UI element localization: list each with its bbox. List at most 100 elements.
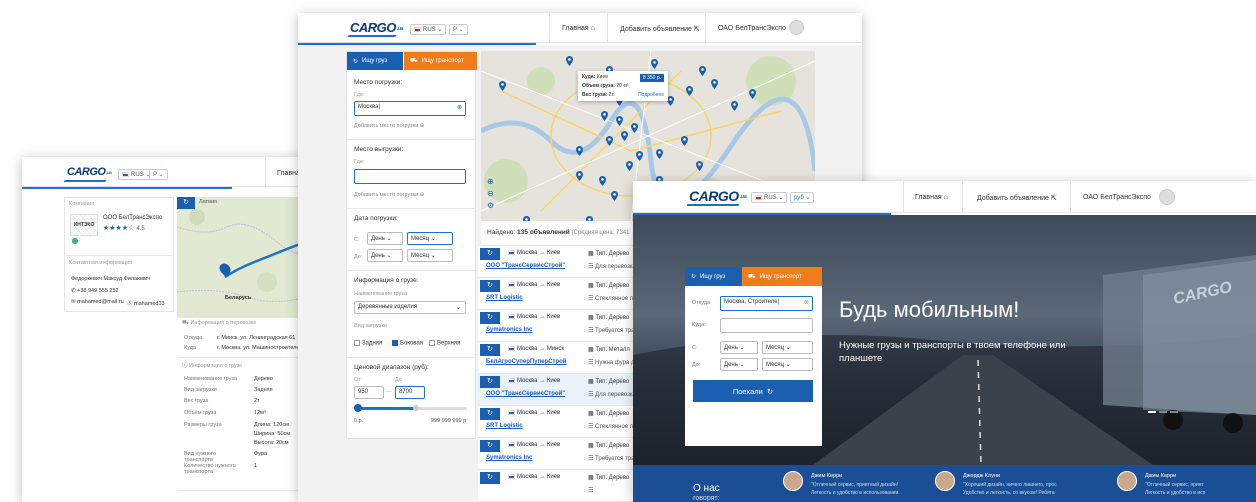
settings-icon[interactable]: ⚙ (487, 200, 494, 212)
right-nav-company[interactable]: ОАО БелТрансЭкспо (1083, 194, 1151, 201)
map-popup[interactable]: Куда: Киев Объем груза: 20 м³ Вес груза:… (578, 71, 668, 101)
hero-date-from-day[interactable]: День ⌄ (720, 341, 758, 354)
price-slider-handle-max[interactable] (413, 405, 419, 411)
right-lang-select[interactable]: RUS ⌄ (751, 192, 788, 203)
listing-company[interactable]: БелАгроСуперПуперСтрой (486, 359, 566, 365)
price-slider-handle-min[interactable] (354, 404, 362, 412)
map-pin-icon[interactable] (696, 161, 703, 171)
unload-place-title: Место выгрузки: (354, 146, 404, 153)
map-pin-icon[interactable] (749, 89, 756, 99)
checkbox[interactable] (354, 340, 360, 346)
testimonial-text: "Хороший дизайн, ничего лишнего, прос (963, 482, 1057, 488)
date-to-month[interactable]: Месяц ⌄ (407, 249, 453, 262)
right-window: CARGO.ua RUS ⌄ руб ⌄ Главная ⌂ Добавить … (633, 181, 1256, 502)
go-button[interactable]: Поехали ↻ (693, 380, 813, 402)
zoom-in-icon[interactable]: ⊕ (487, 176, 494, 188)
map-pin-icon[interactable] (681, 136, 688, 146)
map-pin-icon[interactable] (667, 96, 674, 106)
hero-from-input[interactable]: Москва, Строителе| ⊗ (720, 296, 813, 311)
map-cargo-icon[interactable]: ↻ (177, 197, 195, 209)
hero-to-input[interactable] (720, 318, 813, 333)
hero-date-to-month[interactable]: Месяц ⌄ (762, 358, 813, 371)
map-pin-icon[interactable] (686, 86, 693, 96)
checkbox[interactable] (429, 340, 435, 346)
add-unload-place-link[interactable]: Добавить место погрузки ⊕ (354, 192, 424, 198)
map-pin-icon[interactable] (731, 101, 738, 111)
hero-date-from-month[interactable]: Месяц ⌄ (762, 341, 813, 354)
right-nav-add[interactable]: Добавить объявление ⇱ (977, 194, 1057, 202)
date-from-day[interactable]: День ⌄ (367, 232, 403, 245)
map-pin-icon[interactable] (601, 111, 608, 121)
middle-nav-company[interactable]: ОАО БелТрансЭкспо (718, 25, 786, 32)
contact-skype[interactable]: Ⓢ mahamed13 (127, 299, 165, 307)
tab-find-transport[interactable]: ⛟ Ищу транспорт (404, 52, 477, 70)
map-pin-icon[interactable] (566, 56, 573, 66)
middle-nav-home[interactable]: Главная ⌂ (562, 25, 595, 32)
map-pin-icon[interactable] (699, 66, 706, 76)
loading-option[interactable]: Задняя (354, 340, 382, 347)
map-pin-icon[interactable] (631, 123, 638, 133)
cargo-info-value: Задняя (254, 387, 273, 393)
map-pin-icon[interactable] (616, 116, 623, 126)
map-pin-icon[interactable] (599, 176, 606, 186)
popup-more-link[interactable]: Подробнее (638, 92, 664, 98)
listing-company[interactable]: SRT Logistic (486, 423, 523, 429)
price-slider[interactable] (354, 404, 467, 412)
listing-company[interactable]: Symatronics Inc (486, 327, 532, 333)
right-logo[interactable]: CARGO.ua (689, 188, 747, 204)
route-map[interactable]: Латвия Беларусь ↻ (177, 197, 312, 317)
tab-find-cargo[interactable]: ↻ Ищу груз (347, 52, 403, 70)
clear-icon[interactable]: ⊗ (804, 299, 809, 306)
map-pin-icon[interactable] (621, 131, 628, 141)
middle-currency-select[interactable]: P ⌄ (449, 24, 468, 35)
map-zoom-controls[interactable]: ⊕ ⊖ ⚙ (487, 176, 494, 212)
map-pin-icon[interactable] (576, 171, 583, 181)
middle-nav-add[interactable]: Добавить объявление ⇱ (620, 25, 700, 33)
popup-weight: Вес груза: 2т. (582, 92, 615, 98)
map-pin-icon[interactable] (636, 151, 643, 161)
right-user-avatar[interactable] (1159, 189, 1175, 205)
load-place-input[interactable]: Москва| ⊗ (354, 101, 466, 116)
unload-place-input[interactable] (354, 169, 466, 184)
contact-email[interactable]: ✉ mahamed@mail.ru (71, 299, 124, 305)
hero-pagination[interactable] (1148, 411, 1178, 413)
contact-phone[interactable]: ✆ +38 949 555 252 (71, 288, 119, 294)
listing-company[interactable]: ООО "ТрансСервисСтрой" (486, 391, 565, 397)
map-pin-icon[interactable] (651, 59, 658, 69)
add-load-place-link[interactable]: Добавить место погрузки ⊕ (354, 123, 424, 129)
hero-date-to-day[interactable]: День ⌄ (720, 358, 758, 371)
map-pin-icon[interactable] (656, 149, 663, 159)
testimonial-avatar (1117, 471, 1137, 491)
price-from-input[interactable]: 950 (354, 386, 384, 399)
middle-lang-select[interactable]: RUS ⌄ (410, 24, 447, 35)
map-pin-icon[interactable] (606, 136, 613, 146)
loading-option[interactable]: Верхняя (429, 340, 460, 347)
right-currency-select[interactable]: руб ⌄ (790, 192, 815, 203)
date-from-month[interactable]: Месяц ⌄ (407, 232, 453, 245)
left-logo[interactable]: CARGO.ua (67, 166, 112, 178)
testimonial-text2: Легкость и удобство в использовании. (811, 490, 900, 496)
map-pin-icon[interactable] (711, 79, 718, 89)
middle-user-avatar[interactable] (789, 20, 804, 35)
date-to-day[interactable]: День ⌄ (367, 249, 403, 262)
cargo-name-select[interactable]: Деревянные изделия ⌄ (354, 301, 466, 314)
price-to-input[interactable]: 8700 (395, 386, 425, 399)
listing-company[interactable]: SRT Logistic (486, 295, 523, 301)
map-pin-icon[interactable] (576, 146, 583, 156)
hero-tab-find-transport[interactable]: ⛟ Ищу транспорт (742, 267, 822, 286)
clear-icon[interactable]: ⊗ (457, 104, 462, 111)
listing-company[interactable]: ООО "ТрансСервисСтрой" (486, 263, 565, 269)
listing-company[interactable]: Symatronics Inc (486, 455, 532, 461)
map-pin-icon[interactable] (611, 191, 618, 201)
zoom-out-icon[interactable]: ⊖ (487, 188, 494, 200)
company-name[interactable]: ООО БелТрансЭкспо (103, 215, 162, 221)
checkbox[interactable] (392, 340, 398, 346)
middle-logo[interactable]: CARGO.ua (350, 20, 403, 35)
left-currency-select[interactable]: P ⌄ (149, 169, 168, 180)
map-pin-icon[interactable] (499, 81, 506, 91)
map-pin-icon[interactable] (626, 161, 633, 171)
loading-option[interactable]: Боковая (392, 340, 423, 347)
testimonial-name: Джордж Клуни (963, 473, 1001, 479)
hero-tab-find-cargo[interactable]: ↻ Ищу груз (685, 267, 741, 286)
right-nav-home[interactable]: Главная ⌂ (915, 194, 948, 201)
